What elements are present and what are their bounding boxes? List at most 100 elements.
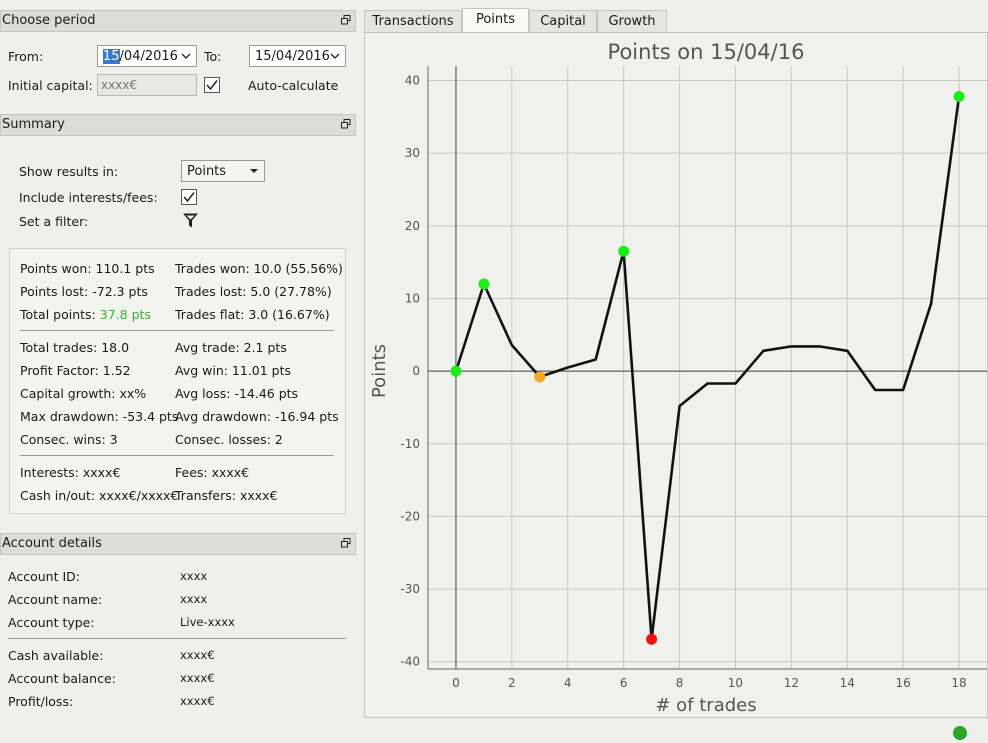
filter-icon[interactable] [182,212,199,229]
show-results-value: Points [187,164,227,179]
chevron-down-icon [330,53,340,59]
from-date-rest: /04/2016 [119,49,178,64]
capital-growth-stat: Capital growth: xx% [20,386,147,401]
interests-stat: Interests: xxxx€ [20,465,121,480]
show-results-label: Show results in: [19,164,119,179]
chart-y-axis-label: Points [369,344,390,398]
show-results-select[interactable]: Points [181,160,265,182]
tab-growth[interactable]: Growth [597,10,667,32]
choose-period-title: Choose period [2,13,96,28]
y-tick-label: -40 [400,655,420,669]
to-label: To: [204,49,222,64]
x-tick-label: 2 [508,676,516,690]
status-indicator [953,726,967,740]
x-tick-label: 10 [728,676,743,690]
y-tick-label: 30 [405,146,420,160]
checkmark-icon [206,80,218,91]
points-series-line [454,96,961,641]
trades-lost-stat: Trades lost: 5.0 (27.78%) [175,284,332,299]
tab-capital[interactable]: Capital [529,10,597,32]
account-name-label: Account name: [8,592,103,607]
trades-won-stat: Trades won: 10.0 (55.56%) [175,261,343,276]
account-details-title: Account details [2,536,102,551]
data-point-marker-green [450,365,462,377]
account-name-value: xxxx [180,592,208,606]
auto-calculate-checkbox[interactable] [204,77,220,93]
chart-x-axis-label: # of trades [655,695,756,716]
account-id-label: Account ID: [8,569,80,584]
cash-available-value: xxxx€ [180,648,215,662]
tab-label: Points [475,12,516,27]
y-tick-label: 0 [412,364,420,378]
avg-loss-stat: Avg loss: -14.46 pts [175,386,299,401]
checkmark-icon [183,192,195,203]
summary-stats-box: Points won: 110.1 pts Trades won: 10.0 (… [9,248,346,514]
to-date-value: 15/04/2016 [255,49,330,64]
account-balance-value: xxxx€ [180,671,215,685]
tab-label: Growth [608,14,656,29]
chevron-down-icon [181,53,191,59]
account-details-header: Account details [0,533,356,555]
data-point-marker-orange [534,371,546,383]
total-trades-stat: Total trades: 18.0 [20,340,130,355]
tab-label: Transactions [372,14,454,29]
account-id-value: xxxx [180,569,208,583]
to-date-picker[interactable]: 15/04/2016 [249,45,346,67]
fees-stat: Fees: xxxx€ [175,465,250,480]
divider [20,330,334,331]
tab-label: Capital [540,14,586,29]
profit-factor-stat: Profit Factor: 1.52 [20,363,131,378]
avg-drawdown-stat: Avg drawdown: -16.94 pts [175,409,339,424]
y-tick-label: -30 [400,582,420,596]
x-tick-label: 6 [620,676,628,690]
from-label: From: [8,49,44,64]
avg-win-stat: Avg win: 11.01 pts [175,363,292,378]
trades-flat-stat: Trades flat: 3.0 (16.67%) [175,307,330,322]
account-type-value: Live-xxxx [180,615,235,629]
y-tick-label: -10 [400,437,420,451]
auto-calculate-label: Auto-calculate [248,78,339,93]
total-points-value: 37.8 pts [99,307,151,322]
data-point-marker-green [478,278,490,290]
divider [20,455,334,456]
points-won-stat: Points won: 110.1 pts [20,261,155,276]
transfers-stat: Transfers: xxxx€ [175,488,278,503]
initial-capital-input[interactable] [97,74,197,96]
x-tick-label: 16 [896,676,911,690]
x-tick-label: 8 [676,676,684,690]
total-points-stat: Total points: 37.8 pts [20,307,151,322]
x-tick-label: 18 [951,676,966,690]
cash-available-label: Cash available: [8,648,104,663]
y-tick-label: 10 [405,291,420,305]
float-dock-icon[interactable] [341,15,351,25]
float-dock-icon[interactable] [341,538,351,548]
choose-period-header: Choose period [0,10,356,32]
float-dock-icon[interactable] [341,119,351,129]
summary-title: Summary [2,117,65,132]
include-interests-checkbox[interactable] [181,189,197,205]
tab-transactions[interactable]: Transactions [364,10,462,32]
from-date-picker[interactable]: 15/04/2016 [97,45,197,67]
tab-points[interactable]: Points [462,8,529,33]
from-day-selected: 15 [103,49,120,64]
y-tick-label: -20 [400,509,420,523]
include-interests-label: Include interests/fees: [19,190,158,205]
account-type-label: Account type: [8,615,95,630]
x-tick-label: 12 [784,676,799,690]
divider [8,638,346,639]
y-tick-label: 40 [405,74,420,88]
x-tick-label: 14 [840,676,855,690]
summary-header: Summary [0,114,356,136]
x-tick-label: 4 [564,676,572,690]
y-tick-label: 20 [405,219,420,233]
total-points-label: Total points: [20,307,96,322]
data-point-marker-green [618,245,630,257]
profit-loss-value: xxxx€ [180,694,215,708]
cash-in-out-stat: Cash in/out: xxxx€/xxxx€ [20,488,179,503]
data-point-marker-red [646,633,658,645]
avg-trade-stat: Avg trade: 2.1 pts [175,340,287,355]
points-lost-stat: Points lost: -72.3 pts [20,284,148,299]
profit-loss-label: Profit/loss: [8,694,74,709]
max-drawdown-stat: Max drawdown: -53.4 pts [20,409,179,424]
caret-down-icon [250,169,258,173]
